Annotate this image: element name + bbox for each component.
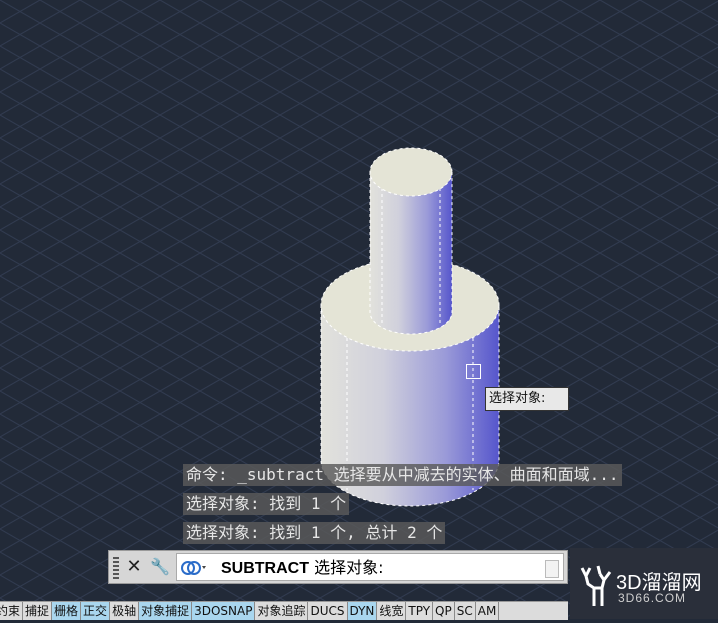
status-toggle-button[interactable]: 推断约束 [0, 602, 24, 620]
status-toggle-button[interactable]: DYN [347, 602, 378, 620]
drawing-viewport[interactable]: 选择对象: 命令: _subtract 选择要从中减去的实体、曲面和面域... … [0, 0, 718, 619]
status-toggle-button[interactable]: 线宽 [377, 602, 407, 620]
status-toggle-button[interactable]: QP [433, 602, 455, 620]
status-toggle-button[interactable]: 3DOSNAP [192, 602, 256, 620]
command-name: SUBTRACT [221, 560, 309, 577]
recent-commands-icon[interactable] [181, 559, 211, 577]
command-input[interactable]: SUBTRACT 选择对象: [176, 553, 564, 581]
status-toggle-button[interactable]: 正交 [81, 602, 111, 620]
command-history-line-1: 命令: _subtract 选择要从中减去的实体、曲面和面域... [183, 464, 622, 486]
top-cylinder[interactable] [369, 147, 453, 335]
status-toggle-button[interactable]: DUCS [308, 602, 348, 620]
status-toggle-button[interactable]: SC [455, 602, 476, 620]
status-toggle-button[interactable]: 对象追踪 [255, 602, 309, 620]
command-line-bar[interactable]: ✕ 🔧 SUBTRACT 选择对象: [108, 550, 568, 584]
history-toggle[interactable] [545, 560, 559, 578]
status-toggle-button[interactable]: 捕捉 [23, 602, 53, 620]
status-bar: 推断约束捕捉栅格正交极轴对象捕捉3DOSNAP对象追踪DUCSDYN线宽TPYQ… [0, 601, 568, 620]
command-history-line-2: 选择对象: 找到 1 个 [183, 493, 350, 515]
status-toggle-button[interactable]: 栅格 [52, 602, 82, 620]
deer-icon [580, 565, 612, 606]
status-toggle-button[interactable]: TPY [406, 602, 434, 620]
close-icon[interactable]: ✕ [123, 556, 145, 578]
grip-handle[interactable] [113, 557, 119, 579]
wrench-icon[interactable]: 🔧 [149, 556, 171, 578]
dynamic-input-tooltip: 选择对象: [485, 387, 569, 411]
command-prompt-text: 选择对象: [314, 558, 384, 577]
status-toggle-button[interactable]: AM [476, 602, 500, 620]
command-prompt: SUBTRACT 选择对象: [221, 558, 384, 579]
status-toggle-button[interactable]: 对象捕捉 [139, 602, 193, 620]
command-history-line-3: 选择对象: 找到 1 个, 总计 2 个 [183, 522, 446, 544]
watermark-logo: 3D溜溜网 3D66.COM [570, 548, 718, 619]
watermark-sub-text: 3D66.COM [618, 591, 687, 605]
pickbox-cursor [466, 364, 481, 379]
status-toggle-button[interactable]: 极轴 [110, 602, 140, 620]
